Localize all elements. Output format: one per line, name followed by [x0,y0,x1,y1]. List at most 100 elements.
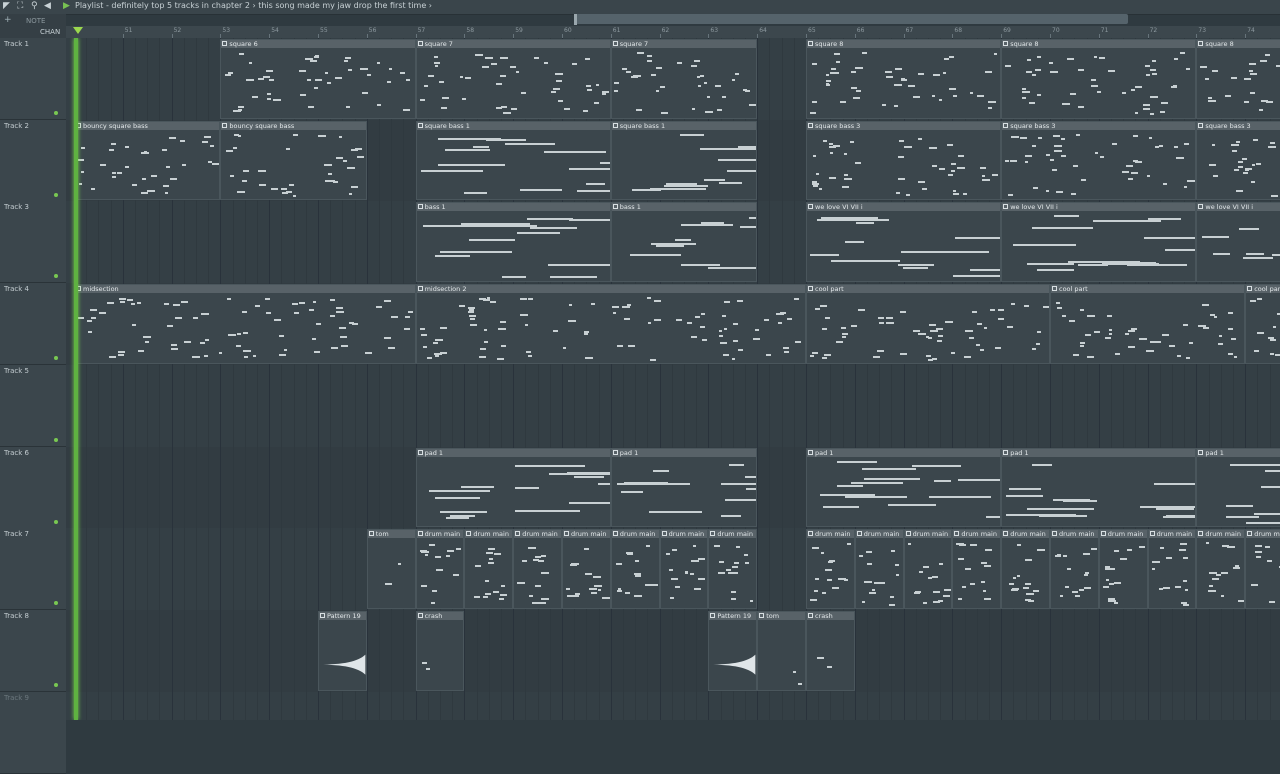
pattern-clip-icon[interactable] [515,531,521,537]
pattern-clip-icon[interactable] [222,41,228,46]
pattern-clip-icon[interactable] [466,531,472,537]
pattern-clip-icon[interactable] [808,449,813,455]
pattern-clip-icon[interactable] [1149,531,1155,537]
pattern-clip[interactable]: cool part [806,284,1050,364]
pattern-clip-icon[interactable] [1003,449,1009,455]
pattern-clip-icon[interactable] [808,204,813,210]
pattern-clip[interactable]: drum main [1147,529,1197,609]
clip-header[interactable]: square 8 [1002,40,1196,48]
pattern-clip-icon[interactable] [612,41,618,46]
clip-header[interactable]: square bass 3 [1002,121,1196,130]
pattern-clip-icon[interactable] [1198,449,1204,455]
playlist-play-icon[interactable]: ▶ [63,1,70,11]
playlist-grid[interactable]: square 6 square 7 square 7 square 8 square 8… [66,38,1280,720]
pattern-clip[interactable]: bass 1 [610,202,758,283]
pattern-clip-icon[interactable] [417,531,423,537]
pattern-clip-icon[interactable] [612,122,618,128]
pattern-clip[interactable]: tom [366,529,416,609]
note-mode-label[interactable]: NOTE [26,17,45,25]
track-mute-led[interactable] [54,192,58,197]
track-header-6[interactable]: Track 6 [0,446,66,529]
pattern-clip[interactable]: bass 1 [415,202,611,283]
pattern-clip-icon[interactable] [710,531,716,537]
pattern-clip-icon[interactable] [808,122,813,128]
pattern-clip[interactable]: square 6 [220,39,416,119]
pattern-clip[interactable]: drum main [903,529,953,609]
track-header-3[interactable]: Track 3 [0,201,66,284]
track-mute-led[interactable] [54,356,58,361]
pattern-clip-icon[interactable] [417,286,423,292]
pattern-clip[interactable]: square bass 1 [415,120,611,201]
clip-header[interactable]: crash [807,611,854,620]
track-mute-led[interactable] [54,437,58,442]
clip-header[interactable]: tom [758,611,805,620]
clip-header[interactable]: pad 1 [1002,448,1196,457]
pattern-clip-icon[interactable] [1003,122,1009,128]
clip-header[interactable]: square 7 [416,40,610,48]
pattern-clip-icon[interactable] [1198,41,1204,46]
clip-header[interactable]: square bass 3 [1197,121,1280,130]
pattern-clip[interactable]: drum main [464,529,514,609]
pattern-clip-icon[interactable] [1198,122,1204,128]
pattern-clip[interactable]: tom [757,610,806,691]
pattern-clip-icon[interactable] [808,612,813,618]
pattern-clip-icon[interactable] [954,531,960,537]
pattern-clip-icon[interactable] [417,449,423,455]
track-header-5[interactable]: Track 5 [0,364,66,447]
pattern-clip-icon[interactable] [612,204,618,210]
pattern-clip[interactable]: we love VI VII i [806,202,1002,283]
playhead-marker[interactable] [73,27,83,34]
pattern-clip-icon[interactable] [1003,41,1009,46]
clip-header[interactable]: bouncy square bass [221,121,366,130]
track-header-7[interactable]: Track 7 [0,528,66,611]
pattern-clip[interactable]: drum main [659,529,709,609]
zoom-icon[interactable]: ⚲ [31,2,40,11]
clip-header[interactable]: drum main [514,530,561,539]
pattern-clip[interactable]: midsection [74,284,416,364]
snap-icon[interactable]: ⛶ [17,2,26,11]
pattern-clip[interactable]: we love VI VII i [1196,202,1280,283]
pattern-clip[interactable]: square bass 3 [1001,120,1197,201]
clip-header[interactable]: cool part [1051,285,1245,294]
pattern-clip[interactable]: drum main [854,529,904,609]
pattern-clip-icon[interactable] [808,41,813,46]
pattern-clip[interactable]: bouncy square bass [220,120,367,201]
pattern-clip-icon[interactable] [417,612,423,618]
clip-header[interactable]: drum main [611,530,659,539]
clip-header[interactable]: drum main [807,530,854,539]
clip-header[interactable]: cool part [1246,285,1280,294]
pattern-clip[interactable]: cool part [1050,284,1246,364]
pattern-clip[interactable]: pad 1 [1196,447,1280,528]
add-track-button[interactable]: + [4,15,12,25]
pattern-clip[interactable]: cool part [1245,284,1280,364]
pattern-clip-icon[interactable] [856,531,862,537]
clip-header[interactable]: Pattern 19 [709,611,757,620]
pattern-clip[interactable]: drum main [415,529,465,609]
track-header-1[interactable]: Track 1 [0,38,66,120]
pattern-clip-icon[interactable] [417,204,423,210]
clip-header[interactable]: bouncy square bass [75,121,220,130]
clip-header[interactable]: drum main [416,530,464,539]
audio-clip[interactable]: Pattern 19 [318,610,367,691]
scrollbar-handle[interactable] [574,14,577,25]
speaker-icon[interactable]: ◀ [44,2,53,11]
clip-header[interactable]: cool part [807,285,1049,294]
track-header-8[interactable]: Track 8 [0,609,66,692]
clip-header[interactable]: we love VI VII i [807,203,1001,212]
pattern-clip-icon[interactable] [612,531,618,537]
clip-header[interactable]: square 7 [611,40,757,48]
audio-clip[interactable]: Pattern 19 [708,610,758,691]
pattern-clip[interactable]: square 8 [806,39,1002,119]
pattern-clip-icon[interactable] [759,612,765,618]
pattern-clip-icon[interactable] [1198,204,1204,210]
pattern-clip[interactable]: drum main [1098,529,1148,609]
pattern-clip[interactable]: drum main [806,529,855,609]
pattern-clip[interactable]: drum main [708,529,758,609]
pattern-clip[interactable]: square 8 [1001,39,1197,119]
clip-header[interactable]: bass 1 [611,203,757,212]
pattern-clip-icon[interactable] [808,531,813,537]
clip-header[interactable]: midsection 2 [416,285,805,294]
pattern-clip[interactable]: we love VI VII i [1001,202,1197,283]
pattern-clip-icon[interactable] [417,41,423,46]
menu-arrow-icon[interactable]: ◤ [3,2,12,11]
